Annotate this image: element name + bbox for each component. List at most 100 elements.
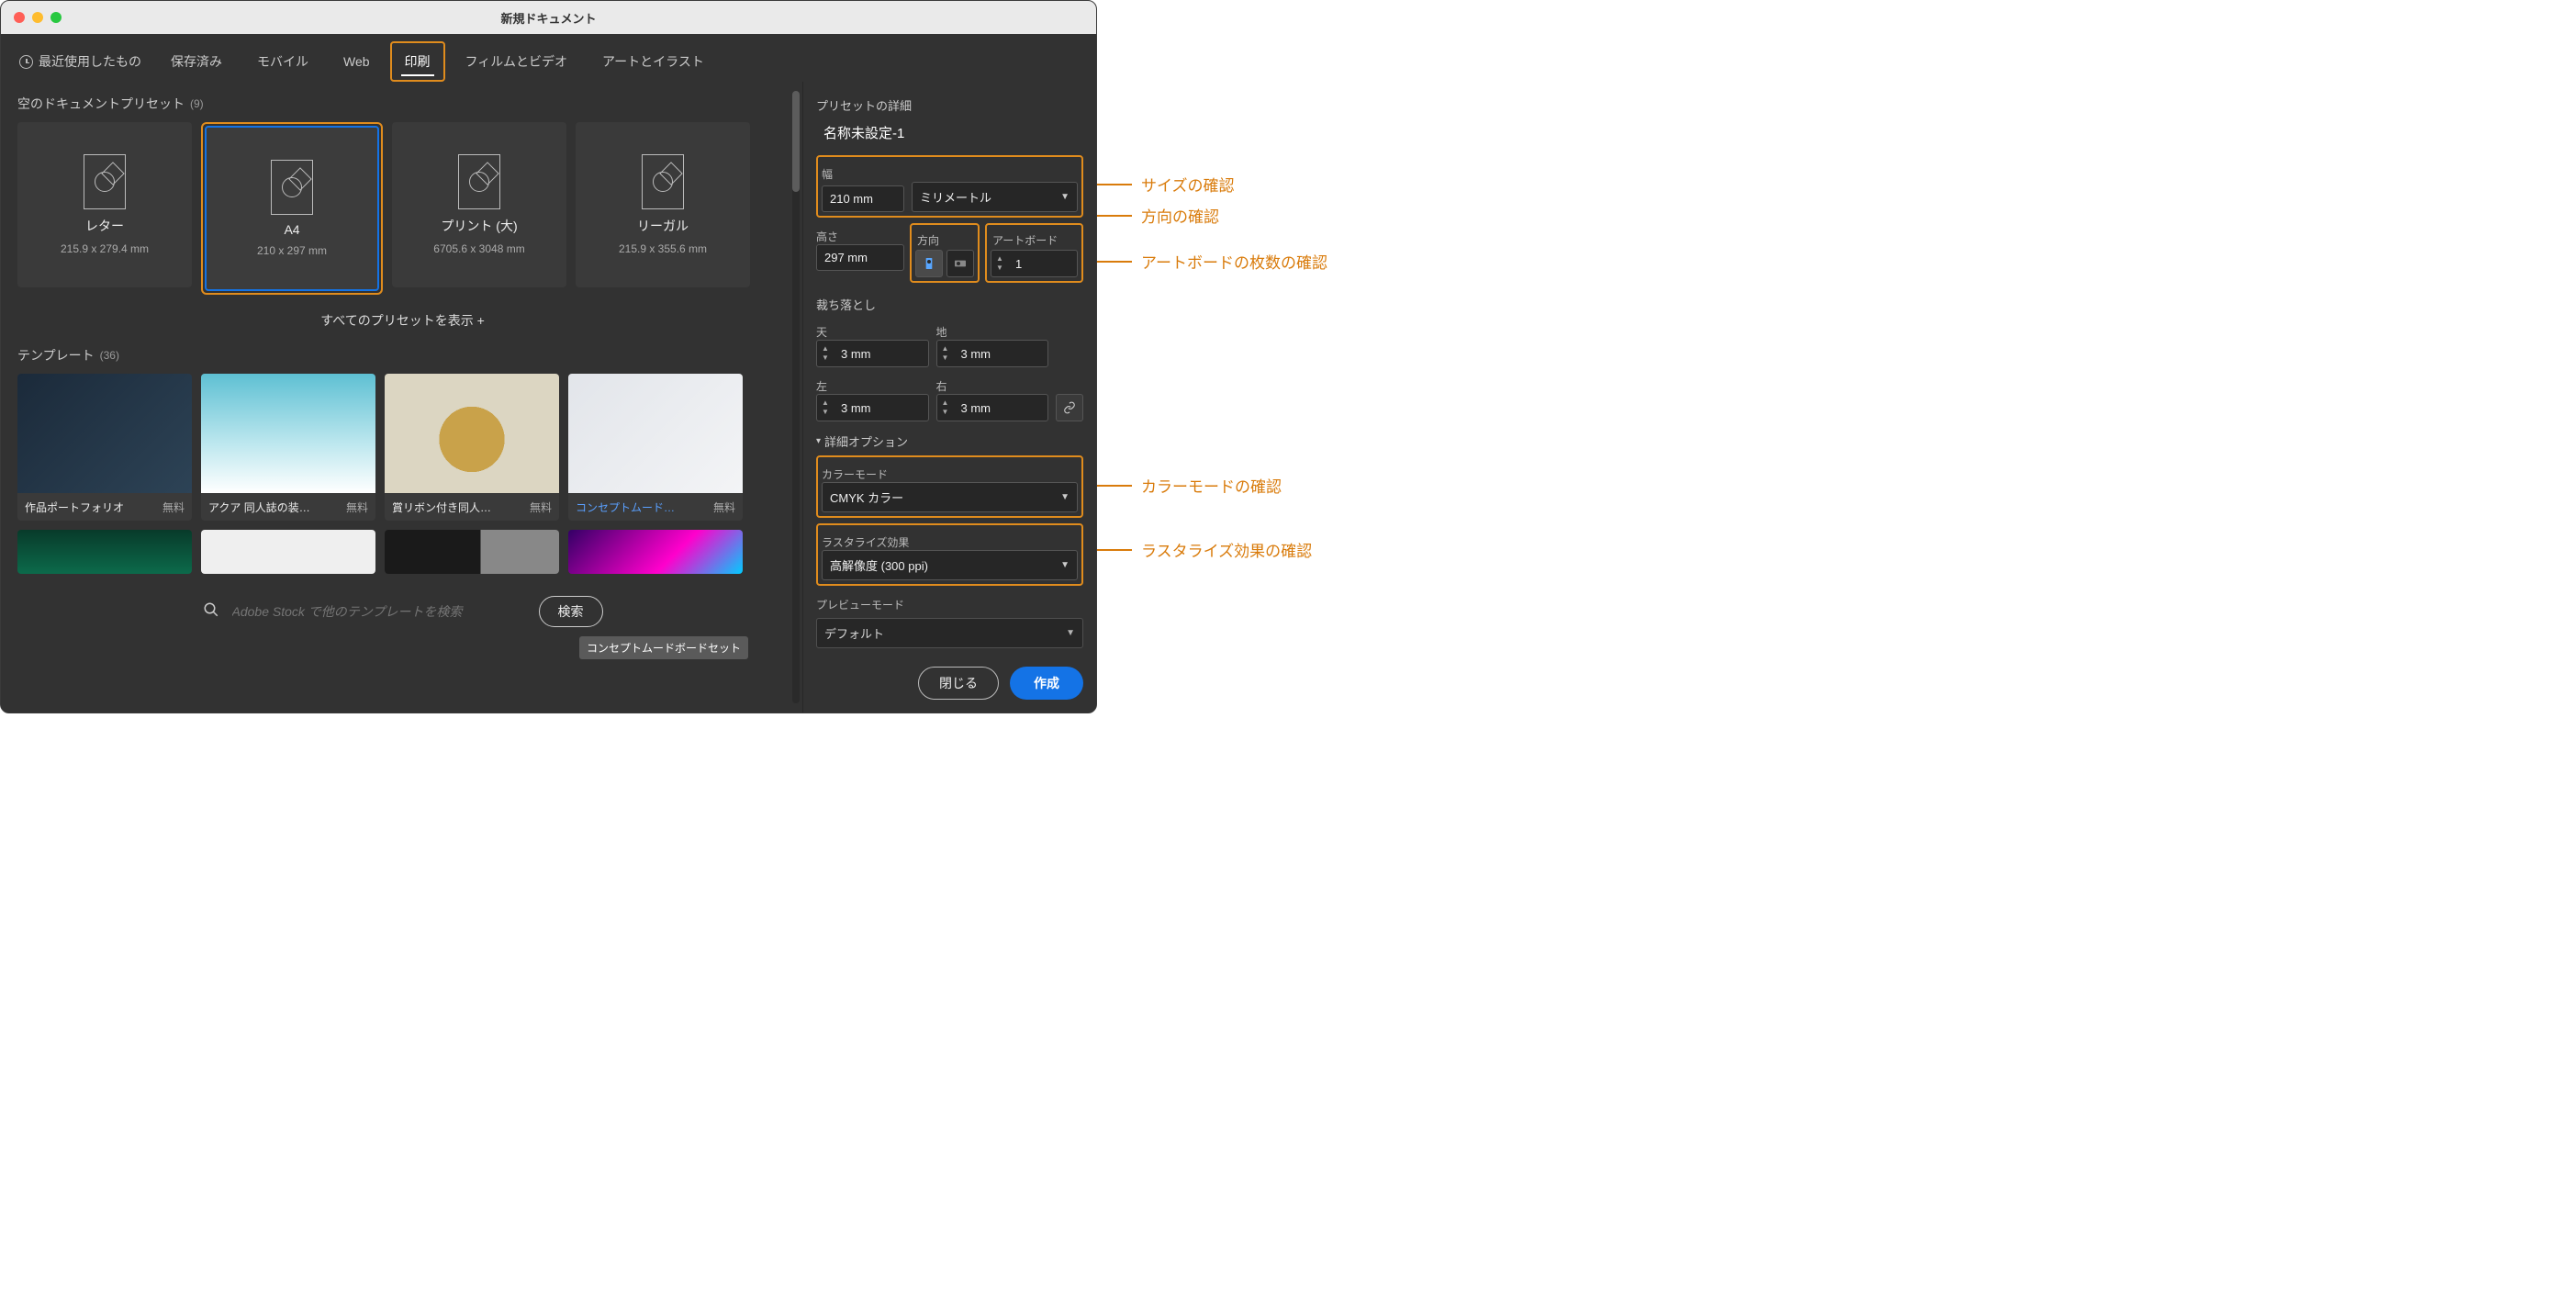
height-field[interactable]: 297 mm bbox=[816, 244, 904, 271]
width-label: 幅 bbox=[822, 166, 1078, 182]
template-card[interactable]: 作品ポートフォリオ 無料 bbox=[17, 374, 192, 521]
orientation-portrait-button[interactable] bbox=[915, 250, 943, 277]
blank-presets-heading: 空のドキュメントプリセット (9) bbox=[17, 95, 788, 113]
bleed-bottom-stepper[interactable]: ▲▼3 mm bbox=[936, 340, 1049, 367]
bleed-right-stepper[interactable]: ▲▼3 mm bbox=[936, 394, 1049, 421]
stepper-arrows[interactable]: ▲▼ bbox=[991, 253, 1008, 274]
tab-mobile[interactable]: モバイル bbox=[242, 41, 323, 82]
template-name: 賞リボン付き同人… bbox=[392, 499, 491, 515]
tab-web[interactable]: Web bbox=[329, 43, 385, 80]
bleed-link-toggle[interactable] bbox=[1056, 394, 1083, 421]
callout-size: サイズの確認 bbox=[1097, 173, 1235, 196]
artboards-stepper[interactable]: ▲▼ 1 bbox=[991, 250, 1078, 277]
tab-print[interactable]: 印刷 bbox=[390, 41, 445, 82]
orientation-landscape-button[interactable] bbox=[946, 250, 974, 277]
callout-artboards: アートボードの枚数の確認 bbox=[1097, 250, 1327, 273]
category-tabs: 最近使用したもの 保存済み モバイル Web 印刷 フィルムとビデオ アートとイ… bbox=[1, 34, 1096, 82]
highlight-raster-effects: ラスタライズ効果 高解像度 (300 ppi) ▼ bbox=[816, 523, 1083, 586]
preset-name: A4 bbox=[284, 222, 299, 237]
portrait-icon bbox=[922, 256, 936, 271]
template-free-badge: 無料 bbox=[713, 499, 735, 515]
search-input[interactable] bbox=[232, 604, 526, 619]
template-name: 作品ポートフォリオ bbox=[25, 499, 124, 515]
chevron-down-icon: ▼ bbox=[1060, 192, 1070, 202]
blank-presets-heading-text: 空のドキュメントプリセット bbox=[17, 95, 185, 113]
tab-art-illustration[interactable]: アートとイラスト bbox=[588, 41, 719, 82]
height-label: 高さ bbox=[816, 229, 904, 244]
raster-effects-label: ラスタライズ効果 bbox=[822, 534, 1078, 550]
highlight-artboards: アートボード ▲▼ 1 bbox=[985, 223, 1083, 283]
show-all-presets-button[interactable]: すべてのプリセットを表示 + bbox=[17, 295, 788, 346]
document-icon bbox=[458, 154, 500, 209]
template-card[interactable] bbox=[17, 530, 192, 574]
template-free-badge: 無料 bbox=[162, 499, 185, 515]
preset-card-legal[interactable]: リーガル 215.9 x 355.6 mm bbox=[576, 122, 750, 287]
preset-details-pane: プリセットの詳細 名称未設定-1 幅 210 mm ミリメートル ▼ bbox=[802, 82, 1096, 713]
template-card[interactable] bbox=[568, 530, 743, 574]
window-title: 新規ドキュメント bbox=[1, 9, 1096, 27]
preset-dims: 6705.6 x 3048 mm bbox=[433, 242, 524, 255]
create-button[interactable]: 作成 bbox=[1010, 667, 1083, 700]
bleed-bottom-label: 地 bbox=[936, 324, 1049, 340]
preset-name: レター bbox=[85, 217, 124, 235]
tab-recent-label: 最近使用したもの bbox=[39, 52, 141, 71]
raster-effects-select[interactable]: 高解像度 (300 ppi) ▼ bbox=[822, 550, 1078, 580]
color-mode-select[interactable]: CMYK カラー ▼ bbox=[822, 482, 1078, 512]
bleed-left-label: 左 bbox=[816, 378, 929, 394]
title-bar: 新規ドキュメント bbox=[1, 1, 1096, 34]
bleed-left-stepper[interactable]: ▲▼3 mm bbox=[816, 394, 929, 421]
bleed-right-label: 右 bbox=[936, 378, 1049, 394]
preview-mode-value: デフォルト bbox=[824, 624, 884, 642]
callout-color-mode: カラーモードの確認 bbox=[1097, 474, 1282, 497]
preset-card-print-large[interactable]: プリント (大) 6705.6 x 3048 mm bbox=[392, 122, 566, 287]
color-mode-value: CMYK カラー bbox=[830, 488, 903, 506]
clock-icon bbox=[19, 55, 33, 69]
preset-details-heading: プリセットの詳細 bbox=[816, 96, 1083, 114]
preset-card-letter[interactable]: レター 215.9 x 279.4 mm bbox=[17, 122, 192, 287]
document-icon bbox=[84, 154, 126, 209]
scrollbar-thumb[interactable] bbox=[792, 91, 800, 192]
document-icon bbox=[642, 154, 684, 209]
tab-saved[interactable]: 保存済み bbox=[156, 41, 237, 82]
preview-mode-select[interactable]: デフォルト ▼ bbox=[816, 618, 1083, 648]
tab-film-video[interactable]: フィルムとビデオ bbox=[451, 41, 582, 82]
bleed-top-label: 天 bbox=[816, 324, 929, 340]
template-card[interactable] bbox=[385, 530, 559, 574]
template-thumbnail bbox=[17, 530, 192, 574]
landscape-icon bbox=[953, 256, 968, 271]
templates-count: (36) bbox=[100, 349, 119, 362]
document-name-field[interactable]: 名称未設定-1 bbox=[816, 119, 1083, 150]
template-name: アクア 同人誌の装… bbox=[208, 499, 310, 515]
highlight-box-a4: A4 210 x 297 mm bbox=[201, 122, 383, 295]
left-scrollbar[interactable] bbox=[788, 82, 802, 713]
advanced-options-label: 詳細オプション bbox=[824, 432, 908, 450]
template-card[interactable]: コンセプトムード… 無料 bbox=[568, 374, 743, 521]
preset-dims: 210 x 297 mm bbox=[257, 244, 327, 257]
callout-orientation: 方向の確認 bbox=[1097, 204, 1219, 227]
preset-name: リーガル bbox=[637, 217, 689, 235]
template-card[interactable] bbox=[201, 530, 375, 574]
close-button[interactable]: 閉じる bbox=[918, 667, 999, 700]
advanced-options-toggle[interactable]: ▾ 詳細オプション bbox=[816, 432, 1083, 450]
preset-card-a4[interactable]: A4 210 x 297 mm bbox=[205, 126, 379, 291]
highlight-size: 幅 210 mm ミリメートル ▼ bbox=[816, 155, 1083, 218]
template-tooltip: コンセプトムードボードセット bbox=[579, 636, 748, 659]
template-free-badge: 無料 bbox=[530, 499, 552, 515]
template-name: コンセプトムード… bbox=[576, 499, 675, 515]
bleed-top-stepper[interactable]: ▲▼3 mm bbox=[816, 340, 929, 367]
template-card[interactable]: アクア 同人誌の装… 無料 bbox=[201, 374, 375, 521]
units-select[interactable]: ミリメートル ▼ bbox=[912, 182, 1078, 212]
chevron-down-icon: ▼ bbox=[1060, 492, 1070, 502]
preset-dims: 215.9 x 355.6 mm bbox=[619, 242, 707, 255]
link-icon bbox=[1063, 401, 1076, 414]
preset-dims: 215.9 x 279.4 mm bbox=[61, 242, 149, 255]
preset-name: プリント (大) bbox=[441, 217, 517, 235]
template-free-badge: 無料 bbox=[346, 499, 368, 515]
width-field[interactable]: 210 mm bbox=[822, 185, 904, 212]
template-grid: 作品ポートフォリオ 無料 アクア 同人誌の装… 無料 bbox=[17, 374, 752, 574]
template-card[interactable]: 賞リボン付き同人… 無料 bbox=[385, 374, 559, 521]
tab-recent[interactable]: 最近使用したもの bbox=[10, 43, 151, 80]
callout-raster: ラスタライズ効果の確認 bbox=[1097, 538, 1312, 561]
search-button[interactable]: 検索 bbox=[539, 596, 603, 627]
orientation-label: 方向 bbox=[913, 232, 976, 248]
